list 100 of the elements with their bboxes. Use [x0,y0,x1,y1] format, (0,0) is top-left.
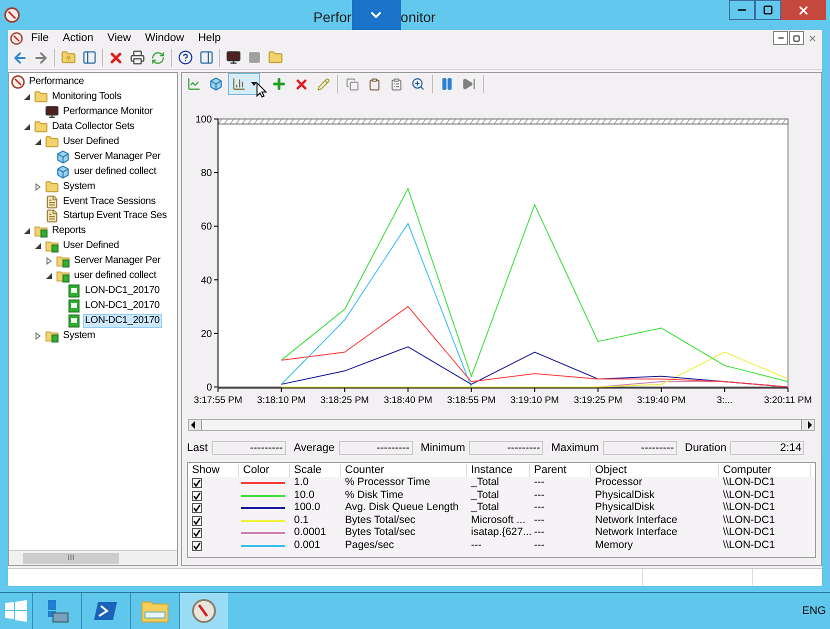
folder-icon [45,135,59,149]
table-cell: 0.1 [294,514,309,526]
language-indicator[interactable]: ENG [802,602,826,620]
stat-value: 2:14 [730,441,804,455]
checkbox[interactable] [192,490,202,501]
tree-item[interactable]: User Defined [61,135,121,149]
close-icon [797,4,810,16]
panel-icon [198,50,214,65]
restore-button[interactable] [789,31,804,45]
table-cell: --- [471,538,482,551]
close-button[interactable] [781,0,826,20]
report-folder-icon [56,254,70,268]
column-header[interactable]: Computer [719,464,811,476]
cube-icon [56,164,70,179]
expanded-arrow-icon[interactable] [23,123,31,132]
tree-item[interactable]: Server Manager Per [72,254,162,268]
stat-value: --------- [602,441,677,455]
checkbox[interactable] [192,540,202,551]
line-chart-icon [187,77,201,91]
y-tick-label: 40 [200,275,212,286]
checkbox[interactable] [192,503,202,514]
tree-item[interactable]: Data Collector Sets [50,120,136,134]
tree-item[interactable]: LON-DC1_20170 [83,298,162,313]
report-folder-icon [45,239,59,254]
column-header[interactable]: Scale [290,464,341,476]
tree-item[interactable]: Performance Monitor [61,105,155,120]
dropdown-tab[interactable] [352,0,401,30]
tree-item[interactable]: Server Manager Per [72,150,162,164]
table-cell: Memory [595,538,633,551]
menu-item[interactable]: Action [56,30,100,46]
window-title: onitor [400,8,436,27]
maximize-button[interactable] [755,0,781,20]
column-header[interactable]: Color [239,464,290,476]
column-header[interactable]: Instance [467,464,530,476]
folder-icon [34,90,48,104]
checkbox[interactable] [192,516,202,526]
table-cell: --- [534,538,544,551]
x-tick-label: 3:17:55 PM [194,395,242,406]
report-folder-icon [45,328,59,343]
menu-item[interactable]: Help [192,30,227,46]
table-cell: Avg. Disk Queue Length [345,501,459,514]
collapsed-arrow-icon[interactable] [34,182,42,191]
menu-item[interactable]: File [25,30,55,46]
minimize-button[interactable] [773,31,788,45]
tree-item[interactable]: System [61,328,98,343]
stat-value: --------- [469,441,544,455]
tree-item[interactable]: Reports [50,224,88,238]
delete-icon [294,76,308,92]
table-cell: % Disk Time [345,488,404,501]
report-folder-icon [56,269,70,284]
collapsed-arrow-icon[interactable] [34,332,42,340]
window-title: Perfor [313,8,352,27]
table-cell: 1.0 [294,476,309,488]
table-cell: \\LON-DC1 [723,514,775,526]
expanded-arrow-icon[interactable] [34,242,42,250]
tree-item[interactable]: Event Trace Sessions [61,194,158,209]
table-cell: \\LON-DC1 [723,501,775,514]
taskbar-app[interactable] [179,593,228,629]
panel-icon [82,50,96,65]
y-tick-label: 0 [206,382,212,394]
checkbox[interactable] [192,528,202,538]
x-tick-label: 3:18:55 PM [447,395,496,406]
tree-item[interactable]: User Defined [61,239,121,254]
tree-item[interactable]: user defined collect [72,269,158,284]
horizontal-scrollbar[interactable]: III [9,550,177,565]
tree-item[interactable]: Monitoring Tools [50,90,124,104]
menu-item[interactable]: Window [138,30,190,46]
collapsed-arrow-icon[interactable] [45,257,53,266]
time-scrollbar[interactable] [188,419,815,431]
copy-icon [346,78,358,90]
tree-item[interactable]: LON-DC1_20170 [83,284,162,298]
monitor-icon [226,50,240,65]
checkbox[interactable] [192,478,202,488]
expanded-arrow-icon[interactable] [45,272,53,280]
table-cell: isatap.{627... [471,526,532,538]
expanded-arrow-icon[interactable] [23,93,31,102]
skip-forward-icon [462,77,476,91]
plus-icon [271,76,287,92]
y-tick-label: 80 [200,168,212,180]
tree-item[interactable]: Performance [27,75,86,90]
table-cell: Pages/sec [345,538,394,551]
column-header[interactable]: Counter [341,464,467,476]
pause-icon [440,77,454,91]
clipboard-icon [368,78,380,90]
tree-item[interactable]: Startup Event Trace Ses [61,209,169,224]
maximize-icon [763,5,773,15]
table-cell: --- [534,526,544,538]
expanded-arrow-icon[interactable] [23,227,31,236]
column-header[interactable]: Show [188,464,239,476]
stat-label: Duration [684,440,726,456]
tree-item[interactable]: user defined collect [72,164,158,179]
tree-item[interactable]: System [61,180,98,194]
menu-item[interactable]: View [101,30,137,46]
expanded-arrow-icon[interactable] [34,138,42,146]
folder-icon [268,50,282,65]
x-tick-label: 3:20:11 PM [764,395,812,406]
column-header[interactable]: Object [591,464,719,476]
tree-item[interactable]: LON-DC1_20170 [83,314,162,328]
column-header[interactable]: Parent [530,464,591,476]
x-tick-label: 3:18:25 PM [320,395,369,406]
